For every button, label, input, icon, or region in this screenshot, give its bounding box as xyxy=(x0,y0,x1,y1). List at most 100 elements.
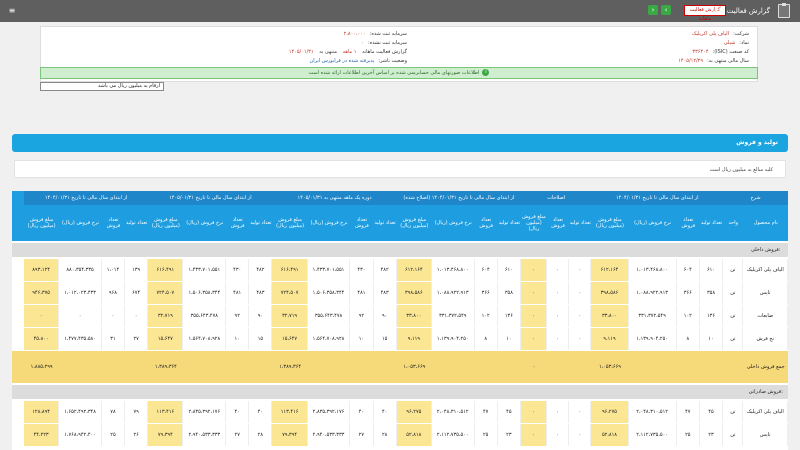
table-cell: ۹۰ xyxy=(374,305,397,327)
report-end-value: ۱۴۰۵/۰۱/۳۱ xyxy=(288,49,314,55)
table-cell: ۰ xyxy=(520,305,547,327)
table-cell: ۱،۷۶۸،۹۴۲،۴۰۰ xyxy=(59,424,102,446)
column-header: مبلغ فروش (میلیون ریال) xyxy=(595,217,624,229)
report-end-label: منتهی به xyxy=(319,49,338,55)
notice-text: اطلاعات صورتهای مالی حسابرسی شده بر اساس… xyxy=(308,70,480,76)
unit-select[interactable]: ارقام به میلیون ریال می باشد xyxy=(40,82,164,91)
isic-value: ۳۳۶۴۰۴ xyxy=(692,49,709,55)
table-row: ضایعات تن ۱۳۶ ۱۰۲ ۳۳۱،۳۷۲،۵۴۹ ۳۳،۸۰۰ ۰ ۰ ۰ ۱۳۶ ۱۰۲… xyxy=(12,305,788,327)
column-header: تعداد تولید xyxy=(569,220,591,226)
capital-value: ۲،۸۰۰،۰۰۰ xyxy=(343,31,366,37)
capital-label: سرمایه ثبت شده: xyxy=(369,31,407,37)
subtotal-cell: ۱،۳۸۹،۳۶۴ xyxy=(154,364,177,370)
table-cell: ۴۸۳ xyxy=(374,282,397,304)
table-cell: ۰ xyxy=(520,401,547,423)
report-month-value: ۱ ماهه xyxy=(342,49,357,55)
table-cell: ۴۵،۸۰۰ xyxy=(24,328,60,350)
table-cell: ۰ xyxy=(569,424,592,446)
group-header: از ابتدای سال مالی تا تاریخ ۱۴۰۴/۰۱/۳۱ xyxy=(615,195,699,201)
table-cell: ۲۶ xyxy=(125,424,149,446)
table-cell: ۸۸۰،۳۵۴،۳۳۵ xyxy=(59,259,102,281)
table-cell: ۱۳۶ xyxy=(700,305,724,327)
table-cell: ۶۱۶،۴۹۱ xyxy=(148,259,184,281)
table-cell: ۱،۶۵۲،۴۹۲،۳۴۸ xyxy=(59,401,102,423)
table-scroll-handle[interactable] xyxy=(12,191,24,241)
table-cell: ۳۵۸ xyxy=(700,282,724,304)
table-cell: ۴۷ xyxy=(475,401,498,423)
table-cell: ۰ xyxy=(569,328,592,350)
table-cell: ۴۸۲ xyxy=(374,259,397,281)
company-value: الیاف پلی اکریلیک xyxy=(691,31,730,37)
table-cell: ۶۰۴ xyxy=(475,259,498,281)
table-cell: ۹۶۸ xyxy=(102,282,126,304)
table-cell: ۶۱۲،۱۶۴ xyxy=(396,259,432,281)
table-cell: ۱۳۹ xyxy=(125,259,149,281)
info-icon: i xyxy=(482,69,490,76)
column-header: مبلغ فروش (میلیون ریال) xyxy=(276,217,305,229)
nav-next-button[interactable]: › xyxy=(648,5,658,15)
product-name: الیاف پلی اکریلیک xyxy=(743,259,788,281)
column-header: تعداد فروش xyxy=(479,217,494,229)
table-cell: ۱،۵۰۶،۳۵۸،۳۴۴ xyxy=(183,282,227,304)
column-header: تعداد تولید xyxy=(250,220,272,226)
column-header: نام محصول xyxy=(753,220,778,226)
column-header: تعداد فروش xyxy=(230,217,245,229)
nav-prev-button[interactable]: ‹ xyxy=(661,5,671,15)
section-description: کلیه مبالغ به میلیون ریال است xyxy=(14,160,786,178)
table-cell: ۱۰ xyxy=(700,328,724,350)
symbol-row: نماد:شپلی xyxy=(724,39,749,47)
table-group-header: شرح از ابتدای سال مالی تا تاریخ ۱۴۰۴/۰۱/۳… xyxy=(12,191,788,205)
table-cell: ۱،۵۶۴،۷۰۸،۹۲۸ xyxy=(183,328,227,350)
table-cell: ۲۷ xyxy=(350,424,374,446)
table-row: تاپس تن ۳۵۸ ۳۶۶ ۱،۰۸۸،۹۲۲،۹۱۳ ۳۹۸،۵۸۶ ۰ ۰ ۰ ۳۵۸ ۳۶… xyxy=(12,282,788,304)
symbol-value: شپلی xyxy=(723,40,736,46)
table-cell: ۰ xyxy=(102,305,126,327)
table-cell: ۱،۰۱۳،۴۶۸،۸۰۰ xyxy=(432,259,475,281)
table-cell: ۱۰ xyxy=(226,328,250,350)
column-header: تعداد تولید xyxy=(126,220,148,226)
status-label: وضعیت ناشر: xyxy=(378,58,407,64)
product-name: الیاف پلی اکریلیک xyxy=(743,401,788,423)
table-cell: ۲،۰۴۸،۳۱۰،۵۱۲ xyxy=(432,401,475,423)
table-cell: ۱،۰۱۲،۰۲۳،۴۳۳ xyxy=(59,282,102,304)
table-cell: ۱،۰۸۸،۹۲۲،۹۱۳ xyxy=(629,282,677,304)
symbol-label: نماد: xyxy=(739,40,749,46)
table-cell: ۰ xyxy=(520,424,547,446)
period-row: سال مالی منتهی به:۱۴۰۵/۱۲/۲۹ xyxy=(678,57,749,65)
table-cell: ۰ xyxy=(569,282,592,304)
category-row: فروش صادراتی: xyxy=(12,385,788,399)
table-cell: ۳۳،۸۰۰ xyxy=(591,305,629,327)
table-cell: ۳۲،۷۱۹ xyxy=(148,305,184,327)
table-cell: ۴۵ xyxy=(498,401,521,423)
table-cell: ۰ xyxy=(547,259,570,281)
status-row: وضعیت ناشر:پذیرفته شده در فرابورس ایران xyxy=(310,57,407,65)
table-cell: ۹۶،۲۷۵ xyxy=(591,401,629,423)
table-cell: ۰ xyxy=(547,401,570,423)
category-row: فروش داخلی: xyxy=(12,243,788,257)
table-cell: ۲،۰۴۸،۳۱۰،۵۱۲ xyxy=(629,401,677,423)
menu-icon[interactable]: ≡ xyxy=(6,5,18,17)
table-cell: ۴۷ xyxy=(677,401,700,423)
column-header: نرخ فروش (ریال) xyxy=(634,220,672,226)
table-cell: ۰ xyxy=(520,282,547,304)
table-cell: ۷۲۴،۵۰۷ xyxy=(148,282,184,304)
table-cell: ۲،۸۳۵،۳۹۲،۱۷۶ xyxy=(183,401,227,423)
table-cell: ۰ xyxy=(520,328,547,350)
window-title-bar: ≡ › ‹ گزارش فعالیت ماهانه گزارش فعالیت م… xyxy=(0,0,800,22)
table-cell: ۰ xyxy=(547,282,570,304)
table-cell: ۲۸ xyxy=(374,424,397,446)
table-cell: ۲۵ xyxy=(677,424,700,446)
table-cell: ۶۱۲،۱۶۴ xyxy=(591,259,629,281)
table-cell: ۰ xyxy=(24,305,60,327)
subtotal-row: جمع فروش داخلی ۱،۰۵۳،۶۶۹ ۰ ۱،۰۵۳،۶۶۹ ۱،۳۸۹،۳… xyxy=(12,351,788,383)
column-header: مبلغ فروش (میلیون ریال) xyxy=(400,217,429,229)
table-cell: ۳۳،۸۰۰ xyxy=(396,305,432,327)
period-label: سال مالی منتهی به: xyxy=(707,58,749,64)
isic-label: کد صنعت (ISIC): xyxy=(712,49,749,55)
table-cell: ۱۰۲ xyxy=(475,305,498,327)
table-cell: ۱،۰۱۴ xyxy=(102,259,126,281)
table-cell: ۷۸ xyxy=(102,401,126,423)
table-cell: ۲،۹۴۰،۵۳۳،۳۳۳ xyxy=(308,424,351,446)
table-cell: ۹۲ xyxy=(350,305,374,327)
subtotal-cell: ۰ xyxy=(532,364,536,370)
